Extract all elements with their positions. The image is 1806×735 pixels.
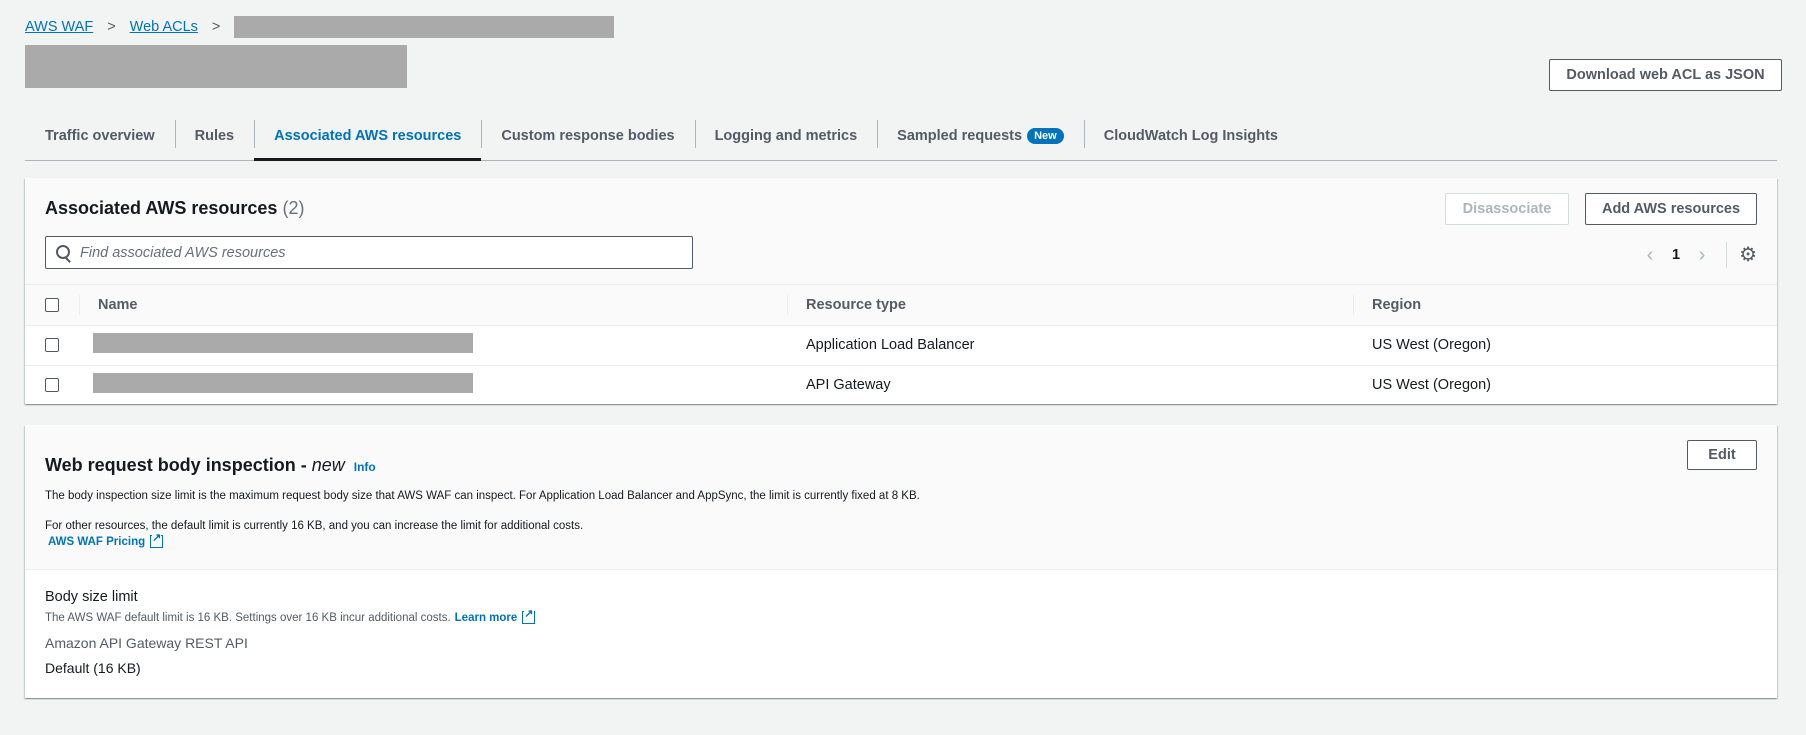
resource-count: (2): [282, 198, 305, 218]
column-header-region[interactable]: Region: [1353, 285, 1777, 326]
tab-associated-aws-resources[interactable]: Associated AWS resources: [254, 112, 482, 161]
breadcrumb-web-acls[interactable]: Web ACLs: [130, 19, 198, 35]
table-row[interactable]: Application Load Balancer US West (Orego…: [25, 325, 1777, 366]
pagination: ‹ 1 › ⚙: [1640, 242, 1757, 268]
resource-name-cell: [79, 365, 787, 405]
region-cell: US West (Oregon): [1353, 325, 1777, 366]
associated-resources-panel: Associated AWS resources (2) Disassociat…: [25, 178, 1777, 404]
breadcrumb-current-redacted: [234, 16, 615, 38]
search-input[interactable]: [80, 244, 660, 261]
chevron-right-icon[interactable]: ›: [1692, 245, 1712, 265]
page-number[interactable]: 1: [1672, 247, 1680, 263]
description-size-limit: The body inspection size limit is the ma…: [45, 490, 920, 502]
new-badge: New: [1027, 128, 1064, 144]
row-checkbox[interactable]: [45, 378, 59, 393]
add-aws-resources-button[interactable]: Add AWS resources: [1585, 193, 1757, 225]
info-link[interactable]: Info: [354, 460, 376, 474]
tab-label: Associated AWS resources: [274, 128, 462, 144]
body-size-default-value: Default (16 KB): [45, 660, 141, 676]
body-size-limit-label: Body size limit: [45, 589, 138, 605]
resource-name-redacted: [93, 333, 473, 353]
gear-icon[interactable]: ⚙: [1739, 245, 1757, 265]
tab-label: Logging and metrics: [714, 128, 858, 144]
tab-label: Sampled requests: [897, 128, 1023, 144]
tab-label: CloudWatch Log Insights: [1103, 128, 1278, 144]
region-cell: US West (Oregon): [1372, 377, 1491, 394]
search-icon: [56, 244, 72, 261]
tab-label: Rules: [194, 128, 235, 144]
column-header-resource-type[interactable]: Resource type: [787, 285, 1353, 326]
resource-type-cell: Application Load Balancer: [787, 325, 1353, 366]
select-all-cell: [25, 285, 79, 326]
tab-label: Custom response bodies: [501, 128, 675, 144]
body-inspection-panel: Web request body inspection - new Info E…: [25, 425, 1777, 698]
learn-more-link[interactable]: Learn more: [454, 608, 536, 624]
tab-rules[interactable]: Rules: [174, 112, 255, 160]
table-row[interactable]: API Gateway US West (Oregon): [25, 365, 1777, 405]
panel-title: Associated AWS resources (2): [45, 198, 304, 219]
panel-header: Associated AWS resources (2) Disassociat…: [25, 178, 1777, 285]
pager-divider: [1726, 242, 1728, 268]
body-size-limit-description: The AWS WAF default limit is 16 KB. Sett…: [45, 608, 536, 624]
edit-button[interactable]: Edit: [1687, 440, 1757, 470]
tab-custom-response-bodies[interactable]: Custom response bodies: [481, 112, 694, 160]
aws-waf-pricing-link[interactable]: AWS WAF Pricing: [48, 532, 164, 548]
row-check-cell: [25, 365, 79, 405]
panel-title: Web request body inspection - new Info: [45, 455, 376, 476]
new-emphasis: new: [311, 455, 345, 475]
resource-type-cell: API Gateway: [806, 377, 891, 394]
tab-sampled-requests[interactable]: Sampled requests New: [877, 112, 1084, 160]
tab-logging-and-metrics[interactable]: Logging and metrics: [694, 112, 878, 160]
breadcrumb-aws-waf[interactable]: AWS WAF: [25, 19, 93, 35]
panel-header: Web request body inspection - new Info E…: [25, 425, 1777, 570]
learn-more-label: Learn more: [454, 611, 518, 624]
page-title-redacted: [25, 45, 407, 88]
tab-cloudwatch-log-insights[interactable]: CloudWatch Log Insights: [1083, 112, 1298, 160]
search-box: [45, 236, 693, 269]
resources-table: Name Resource type Region Application Lo…: [25, 285, 1777, 405]
resource-name-cell: [79, 325, 787, 366]
disassociate-button[interactable]: Disassociate: [1445, 193, 1569, 225]
breadcrumb: AWS WAF > Web ACLs >: [25, 16, 615, 38]
chevron-right-icon: >: [107, 19, 116, 35]
chevron-left-icon[interactable]: ‹: [1640, 245, 1660, 265]
chevron-right-icon: >: [211, 19, 221, 35]
column-header-name[interactable]: Name: [79, 285, 787, 326]
description-other-resources: For other resources, the default limit i…: [45, 520, 584, 532]
tab-bar: Traffic overview Rules Associated AWS re…: [25, 112, 1777, 161]
body-size-desc-text: The AWS WAF default limit is 16 KB. Sett…: [45, 611, 451, 624]
tab-label: Traffic overview: [45, 128, 155, 144]
tab-traffic-overview[interactable]: Traffic overview: [25, 112, 175, 160]
pricing-link-label: AWS WAF Pricing: [48, 535, 146, 548]
panel-title-text: Associated AWS resources: [45, 198, 278, 218]
resource-name-redacted: [93, 373, 473, 394]
table-header-row: Name Resource type Region: [25, 285, 1777, 326]
external-link-icon: [150, 532, 164, 548]
row-checkbox[interactable]: [45, 338, 59, 352]
download-json-button[interactable]: Download web ACL as JSON: [1549, 59, 1782, 91]
api-gateway-label: Amazon API Gateway REST API: [45, 635, 248, 651]
panel-title-text: Web request body inspection -: [45, 455, 312, 475]
row-check-cell: [25, 325, 79, 366]
select-all-checkbox[interactable]: [45, 297, 59, 312]
external-link-icon: [522, 608, 536, 624]
